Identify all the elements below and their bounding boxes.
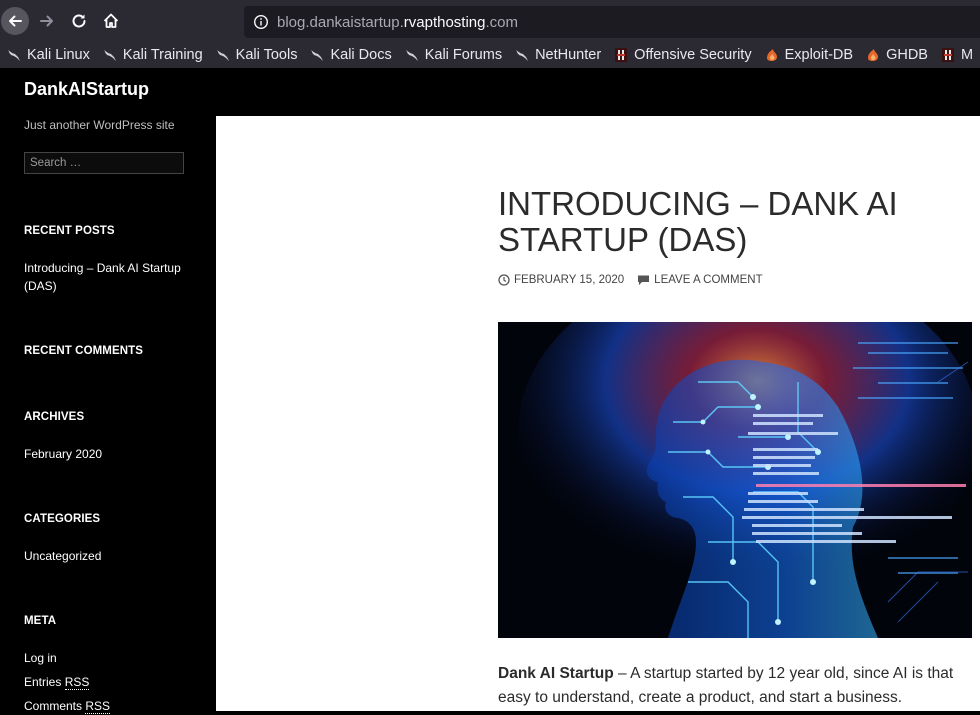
offsec-icon [940, 47, 956, 63]
bookmark-label: M [960, 47, 974, 63]
bookmark-label: Offensive Security [634, 47, 752, 63]
widget-title-archives: ARCHIVES [24, 411, 85, 423]
post-meta: FEBRUARY 15, 2020 LEAVE A COMMENT [498, 274, 776, 286]
forward-button[interactable] [33, 7, 61, 35]
widget-title-recent-comments: RECENT COMMENTS [24, 345, 144, 357]
site-info-icon[interactable] [253, 14, 269, 30]
bookmark-label: Kali Linux [27, 47, 90, 63]
widget-title-recent-posts: RECENT POSTS [24, 225, 115, 237]
featured-image[interactable] [498, 322, 972, 638]
kali-dragon-icon [404, 47, 420, 63]
recent-post-link[interactable]: Introducing – Dank AI Startup (DAS) [24, 259, 194, 295]
comment-icon [638, 275, 650, 285]
category-link[interactable]: Uncategorized [24, 547, 194, 565]
meta-login-link[interactable]: Log in [24, 649, 194, 667]
reload-icon [72, 14, 86, 28]
bookmark-item[interactable]: Kali Training [102, 47, 203, 63]
bookmark-item[interactable]: Kali Docs [309, 47, 392, 63]
bookmark-item[interactable]: GHDB [865, 47, 928, 63]
kali-dragon-icon [309, 47, 325, 63]
site-title[interactable]: DankAIStartup [24, 79, 149, 100]
leave-comment-link[interactable]: LEAVE A COMMENT [637, 274, 763, 286]
bookmark-item[interactable]: Exploit-DB [764, 47, 854, 63]
home-button[interactable] [97, 7, 125, 35]
back-button[interactable] [1, 7, 29, 35]
bookmark-label: Kali Forums [424, 47, 503, 63]
exploitdb-icon [764, 47, 780, 63]
bookmark-label: NetHunter [535, 47, 602, 63]
arrow-right-icon [40, 15, 53, 27]
post-lead-bold: Dank AI Startup [498, 665, 614, 682]
bookmark-item[interactable]: Kali Linux [6, 47, 90, 63]
bookmark-label: Kali Docs [330, 47, 392, 63]
offsec-icon [613, 47, 629, 63]
bookmark-label: Kali Training [122, 47, 203, 63]
bookmark-item[interactable]: Kali Forums [404, 47, 502, 63]
bookmarks-toolbar: Kali Linux Kali Training Kali Tools Kali Do… [0, 42, 980, 68]
url-text: blog.dankaistartup.rvapthosting.com [277, 13, 518, 31]
browser-navbar: blog.dankaistartup.rvapthosting.com [0, 0, 980, 42]
site-description: Just another WordPress site [24, 118, 175, 132]
exploitdb-icon [865, 47, 881, 63]
bookmark-item[interactable]: M [940, 47, 973, 63]
arrow-left-icon [9, 15, 22, 27]
home-icon [103, 13, 119, 28]
kali-dragon-icon [514, 47, 530, 63]
clock-icon [498, 274, 510, 286]
bookmark-item[interactable]: NetHunter [514, 47, 601, 63]
url-bar[interactable]: blog.dankaistartup.rvapthosting.com [244, 6, 980, 38]
bookmark-label: GHDB [886, 47, 928, 63]
bookmark-label: Kali Tools [235, 47, 298, 63]
meta-entries-rss-link[interactable]: Entries RSS [24, 673, 194, 691]
widget-title-categories: CATEGORIES [24, 513, 101, 525]
bookmark-item[interactable]: Offensive Security [613, 47, 752, 63]
post-excerpt: Dank AI Startup – A startup started by 1… [498, 662, 968, 710]
bookmark-label: Exploit-DB [784, 47, 854, 63]
meta-comments-rss-link[interactable]: Comments RSS [24, 697, 194, 715]
kali-dragon-icon [102, 47, 118, 63]
kali-dragon-icon [215, 47, 231, 63]
post-date-link[interactable]: FEBRUARY 15, 2020 [498, 274, 624, 286]
bookmark-item[interactable]: Kali Tools [215, 47, 298, 63]
search-input[interactable]: Search … [24, 152, 184, 174]
archive-link[interactable]: February 2020 [24, 445, 194, 463]
reload-button[interactable] [65, 7, 93, 35]
kali-dragon-icon [6, 47, 22, 63]
widget-title-meta: META [24, 615, 57, 627]
post-title[interactable]: INTRODUCING – DANK AI STARTUP (DAS) [498, 186, 968, 258]
